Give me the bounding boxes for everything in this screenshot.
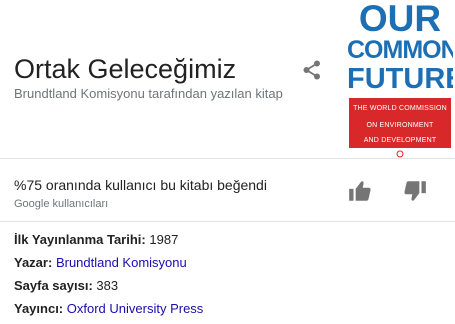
fact-label: İlk Yayınlanma Tarihi: xyxy=(14,232,146,247)
section-divider xyxy=(0,158,455,159)
publisher-logo-icon xyxy=(395,150,405,158)
fact-publisher: Yayıncı: Oxford University Press xyxy=(14,301,203,317)
thumb-down-icon[interactable] xyxy=(402,178,428,204)
book-cover-image[interactable]: OUR COMMON FUTURE THE WORLD COMMISSION O… xyxy=(347,0,453,158)
fact-value: 1987 xyxy=(149,232,179,247)
fact-label: Sayfa sayısı: xyxy=(14,278,93,293)
cover-title-line-2: COMMON xyxy=(347,36,453,64)
book-title: Ortak Geleceğimiz xyxy=(14,54,237,84)
cover-band-line-2: ON ENVIRONMENT xyxy=(366,122,434,129)
fact-value: 383 xyxy=(96,278,119,293)
author-link[interactable]: Brundtland Komisyonu xyxy=(56,255,187,270)
rating-source: Google kullanıcıları xyxy=(14,198,109,210)
publisher-link[interactable]: Oxford University Press xyxy=(67,301,204,316)
fact-label: Yazar: xyxy=(14,255,53,270)
fact-first-published: İlk Yayınlanma Tarihi: 1987 xyxy=(14,232,178,248)
cover-title-line-3: FUTURE xyxy=(347,63,453,95)
rating-text: %75 oranında kullanıcı bu kitabı beğendi xyxy=(14,177,267,193)
book-knowledge-panel: Ortak Geleceğimiz Brundtland Komisyonu t… xyxy=(0,0,455,324)
cover-title-line-1: OUR xyxy=(358,0,442,39)
fact-author: Yazar: Brundtland Komisyonu xyxy=(14,255,187,271)
book-subtitle: Brundtland Komisyonu tarafından yazılan … xyxy=(14,86,283,101)
share-icon[interactable] xyxy=(300,58,324,82)
cover-red-band: THE WORLD COMMISSION ON ENVIRONMENT AND … xyxy=(349,98,451,148)
thumb-up-icon[interactable] xyxy=(347,178,373,204)
cover-band-line-3: AND DEVELOPMENT xyxy=(363,137,437,144)
fact-page-count: Sayfa sayısı: 383 xyxy=(14,278,118,294)
cover-band-line-1: THE WORLD COMMISSION xyxy=(353,105,447,112)
fact-label: Yayıncı: xyxy=(14,301,64,316)
section-divider xyxy=(0,221,455,222)
